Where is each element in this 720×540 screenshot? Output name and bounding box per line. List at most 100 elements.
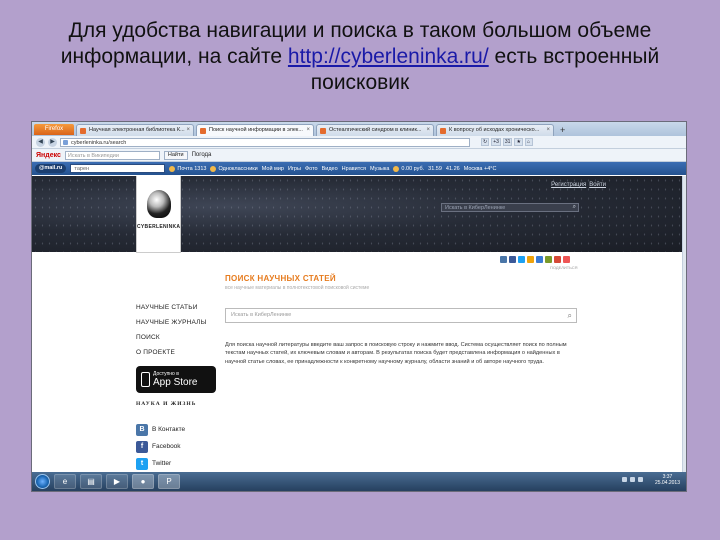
mail-item[interactable]: Нравится	[342, 166, 366, 172]
header-search-input[interactable]: Искать в КиберЛенинке	[441, 203, 579, 212]
back-icon[interactable]: ◀	[36, 137, 45, 147]
mail-item[interactable]: 31.59	[428, 166, 442, 172]
close-icon[interactable]: ×	[546, 125, 550, 136]
slide-title: Для удобства навигации и поиска в таком …	[20, 18, 700, 96]
partner-logo[interactable]: НАУКА И ЖИЗНЬ	[136, 401, 196, 407]
firefox-icon[interactable]: ●	[132, 474, 154, 489]
ok-icon	[210, 165, 217, 172]
tab-2-active[interactable]: Поиск научной информации в элек... ×	[196, 124, 314, 136]
scrollbar[interactable]	[682, 176, 686, 474]
system-tray	[622, 477, 643, 482]
twitter-icon: t	[136, 457, 148, 470]
mail-item[interactable]: 41.26	[446, 166, 460, 172]
mail-item[interactable]: Мой мир	[262, 166, 284, 172]
main-search-input[interactable]: Искать в КиберЛенинке	[225, 308, 577, 323]
powerpoint-icon[interactable]: P	[158, 474, 180, 489]
app-store-badge[interactable]: Доступно в App Store	[136, 366, 216, 393]
address-bar[interactable]: cyberleninka.ru/search	[60, 137, 470, 147]
social-label: Twitter	[152, 460, 172, 467]
google-share-icon[interactable]	[554, 256, 561, 263]
mailru-share-icon[interactable]	[536, 256, 543, 263]
forward-icon[interactable]: ▶	[48, 137, 57, 147]
mail-item-label: Почта 1313	[177, 165, 207, 172]
mail-item[interactable]: Почта 1313	[169, 165, 207, 172]
close-icon[interactable]: ×	[306, 125, 310, 136]
tab-label: К вопросу об исходах хроническо...	[449, 127, 540, 133]
yandex-logo: Яндекс	[36, 151, 61, 159]
vk-icon: В	[136, 423, 148, 436]
mail-icon	[169, 165, 176, 172]
title-line-2: информации, на сайте http://cyberleninka…	[20, 44, 700, 70]
weather-link[interactable]: Погода	[192, 152, 212, 158]
page-subtitle: все научные материалы в полнотекстовой п…	[225, 285, 370, 291]
social-vk[interactable]: В В Контакте	[136, 421, 185, 438]
mail-item[interactable]: Видео	[322, 166, 338, 172]
mail-item[interactable]: Одноклассники	[210, 165, 258, 172]
twitter-share-icon[interactable]	[518, 256, 525, 263]
mail-item[interactable]: 0.00 руб.	[393, 165, 424, 172]
reload-icon[interactable]: ↻	[481, 138, 490, 146]
extension-counter[interactable]: 31	[502, 138, 513, 146]
mail-item-label: 31.59	[428, 165, 442, 172]
mail-item[interactable]: Фото	[305, 166, 318, 172]
tab-bar: Firefox Научная электронная библиотека К…	[32, 122, 686, 136]
share-label: ПОДЕЛИТЬСЯ	[550, 265, 578, 270]
social-twitter[interactable]: t Twitter	[136, 455, 185, 472]
browser-screenshot: Firefox Научная электронная библиотека К…	[31, 121, 687, 492]
nav-journals[interactable]: НАУЧНЫЕ ЖУРНАЛЫ	[136, 315, 226, 330]
navigation-bar: ◀ ▶ cyberleninka.ru/search ↻ +3 31 ★ ⌂	[32, 136, 686, 149]
title-line-1: Для удобства навигации и поиска в таком …	[68, 19, 652, 42]
coin-icon	[393, 165, 400, 172]
tab-4[interactable]: К вопросу об исходах хроническо... ×	[436, 124, 554, 136]
clock[interactable]: 3:37 25.04.2013	[655, 474, 680, 486]
mail-item[interactable]: Игры	[288, 166, 301, 172]
mail-logo[interactable]: @mail.ru	[35, 164, 67, 173]
yandex-find-button[interactable]: Найти	[163, 150, 188, 160]
ok-share-icon[interactable]	[527, 256, 534, 263]
lj-share-icon[interactable]	[545, 256, 552, 263]
mail-item-label: Мой мир	[261, 165, 284, 172]
tab-3[interactable]: Остеалгический синдром в клиник... ×	[316, 124, 434, 136]
register-link[interactable]: Регистрация	[551, 182, 586, 188]
start-button[interactable]	[35, 474, 50, 489]
site-logo[interactable]: CYBERLENINKA	[136, 176, 181, 253]
tray-icon[interactable]	[630, 477, 635, 482]
nav-articles[interactable]: НАУЧНЫЕ СТАТЬИ	[136, 300, 226, 315]
new-tab-button[interactable]: +	[556, 124, 569, 136]
mail-item-label: Игры	[287, 165, 301, 172]
site-link[interactable]: http://cyberleninka.ru/	[288, 45, 489, 68]
media-player-icon[interactable]: ▶	[106, 474, 128, 489]
close-icon[interactable]: ×	[186, 125, 190, 136]
close-icon[interactable]: ×	[426, 125, 430, 136]
windows-taskbar: e ▤ ▶ ● P 3:37 25.04.2013	[32, 472, 686, 491]
social-facebook[interactable]: f Facebook	[136, 438, 185, 455]
favicon-icon	[320, 128, 326, 134]
more-share-icon[interactable]	[563, 256, 570, 263]
facebook-share-icon[interactable]	[509, 256, 516, 263]
social-label: В Контакте	[152, 426, 186, 433]
page-title: ПОИСК НАУЧНЫХ СТАТЕЙ	[225, 274, 336, 283]
nav-search[interactable]: ПОИСК	[136, 330, 226, 345]
ie-icon[interactable]: e	[54, 474, 76, 489]
search-description: Для поиска научной литературы введите ва…	[225, 342, 567, 365]
volume-icon[interactable]	[638, 477, 643, 482]
social-links: В В Контакте f Facebook t Twitter	[136, 421, 185, 472]
home-icon[interactable]: ⌂	[524, 138, 533, 146]
share-buttons	[500, 256, 570, 263]
explorer-icon[interactable]: ▤	[80, 474, 102, 489]
yandex-search-input[interactable]: Искать в Википедии	[64, 150, 160, 160]
tab-1[interactable]: Научная электронная библиотека К... ×	[76, 124, 194, 136]
yandex-toolbar: Яндекс Искать в Википедии Найти Погода	[32, 149, 686, 162]
login-link[interactable]: Войти	[589, 182, 606, 188]
mail-item[interactable]: Музыка	[370, 166, 389, 172]
bookmark-icon[interactable]: ★	[514, 138, 523, 146]
extension-counter[interactable]: +3	[491, 138, 501, 146]
tray-icon[interactable]	[622, 477, 627, 482]
firefox-menu-button[interactable]: Firefox	[34, 124, 74, 135]
mail-item-label: Одноклассники	[218, 165, 258, 172]
mail-item-label: Фото	[304, 165, 318, 172]
vk-share-icon[interactable]	[500, 256, 507, 263]
mail-item[interactable]: Москва +4°C	[464, 166, 497, 172]
mail-search-input[interactable]: тарен	[70, 164, 166, 173]
nav-about[interactable]: О ПРОЕКТЕ	[136, 345, 226, 360]
